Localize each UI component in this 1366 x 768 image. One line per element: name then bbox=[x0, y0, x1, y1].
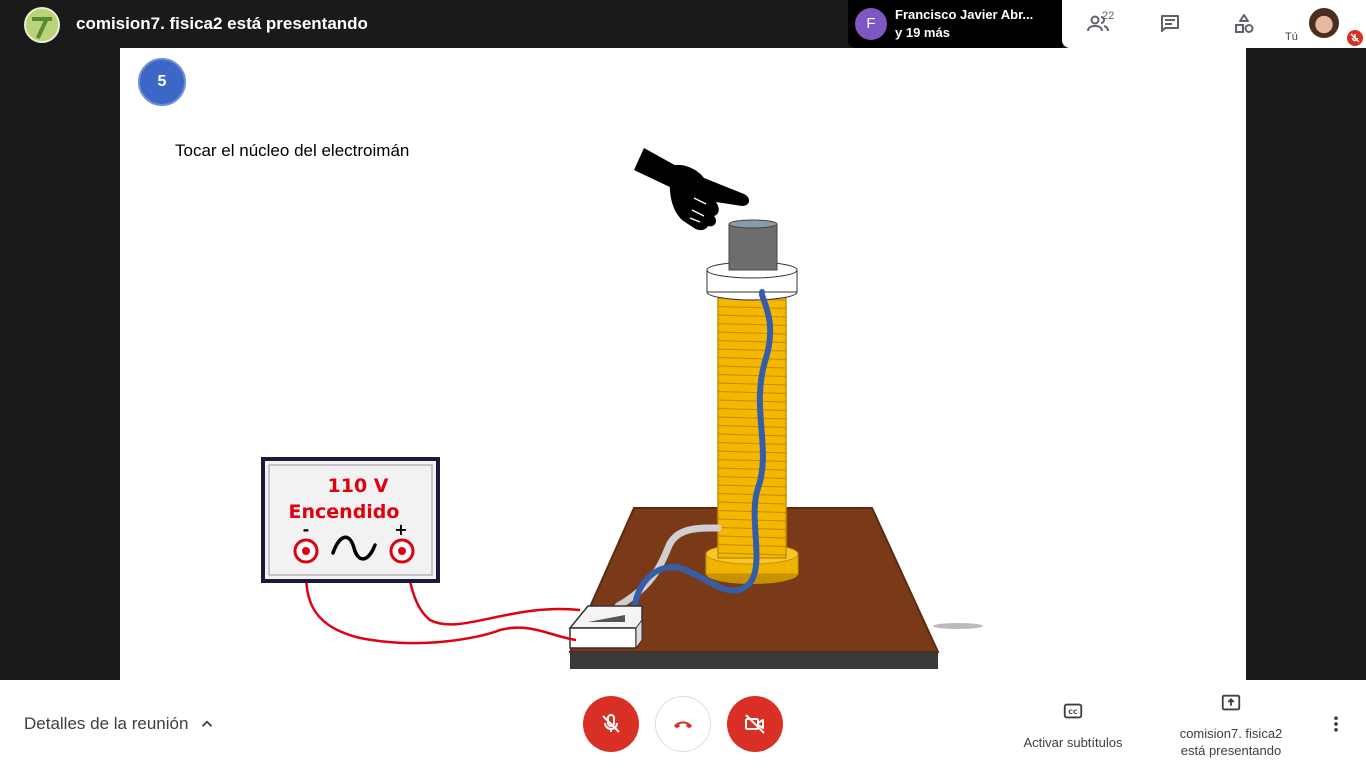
more-options-button[interactable] bbox=[1322, 710, 1350, 738]
slide-caption: Tocar el núcleo del electroimán bbox=[175, 141, 410, 160]
slide-number-badge: 5 bbox=[138, 58, 186, 106]
captions-icon: CC bbox=[1063, 703, 1083, 719]
present-icon bbox=[1221, 694, 1241, 711]
activities-icon bbox=[1235, 14, 1254, 33]
people-count: 22 bbox=[1102, 10, 1115, 22]
camera-off-icon bbox=[745, 714, 765, 734]
shadow bbox=[933, 623, 983, 629]
switch bbox=[568, 605, 643, 650]
captions-label: Activar subtítulos bbox=[1023, 735, 1123, 750]
more-vertical-icon bbox=[1334, 716, 1338, 732]
bottom-bar: Detalles de la reunión CC Activar subtít… bbox=[0, 680, 1366, 768]
microphone-toggle-button[interactable] bbox=[583, 696, 639, 752]
presenter-avatar: F bbox=[855, 8, 887, 40]
presenter-others: y 19 más bbox=[895, 25, 950, 40]
presenting-line-1: comision7. fisica2 bbox=[1179, 726, 1283, 741]
presenting-title: comision7. fisica2 está presentando bbox=[76, 14, 368, 33]
meeting-details-button[interactable]: Detalles de la reunión bbox=[24, 714, 216, 734]
presenter-name: Francisco Javier Abr... bbox=[895, 7, 1034, 22]
plus-label: + bbox=[394, 520, 407, 539]
chat-button[interactable] bbox=[1152, 8, 1188, 40]
presentation-slide: 110 V Encendido - + 5 Tocar el núcleo de… bbox=[120, 48, 1246, 680]
avatar bbox=[1309, 8, 1339, 38]
hang-up-icon bbox=[674, 721, 692, 729]
presenting-line-2: está presentando bbox=[1180, 743, 1282, 758]
self-view[interactable]: Tú bbox=[1280, 0, 1366, 48]
meeting-tools: 22 bbox=[1062, 0, 1280, 48]
camera-toggle-button[interactable] bbox=[727, 696, 783, 752]
chevron-up-icon bbox=[202, 720, 213, 727]
meeting-details-label: Detalles de la reunión bbox=[24, 714, 189, 733]
people-button[interactable]: 22 bbox=[1080, 8, 1116, 40]
svg-text:CC: CC bbox=[1068, 708, 1078, 716]
activities-button[interactable] bbox=[1226, 8, 1262, 40]
chat-icon bbox=[1161, 15, 1179, 32]
leave-call-button[interactable] bbox=[655, 696, 711, 752]
presentation-button[interactable]: comision7. fisica2 está presentando bbox=[1168, 692, 1294, 759]
self-label: Tú bbox=[1285, 31, 1298, 43]
minus-label: - bbox=[303, 520, 310, 539]
captions-button[interactable]: CC Activar subtítulos bbox=[1010, 700, 1136, 750]
base-edge bbox=[570, 652, 938, 669]
source-voltage: 110 V bbox=[328, 475, 389, 497]
presenter-tile[interactable]: F Francisco Javier Abr... y 19 más bbox=[848, 0, 1062, 48]
mic-off-icon bbox=[602, 714, 620, 733]
self-mic-off-icon bbox=[1347, 30, 1363, 46]
top-bar: comision7. fisica2 está presentando F Fr… bbox=[0, 0, 1366, 48]
iron-core bbox=[728, 223, 778, 271]
pointing-hand-icon bbox=[634, 148, 750, 231]
power-source: 110 V Encendido - + bbox=[261, 457, 440, 583]
meeting-logo bbox=[24, 7, 60, 43]
